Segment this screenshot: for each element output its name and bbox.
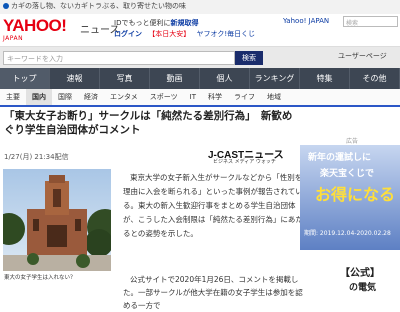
ad-banner-line-3: お得になる (315, 185, 396, 204)
promo-bar: カギの落し物、ないカギトラぶる、取り寄せたい物の味 (0, 0, 400, 15)
nav-personal[interactable]: 個人 (200, 68, 250, 89)
keyword-search-input[interactable]: キーワードを入力 (3, 51, 235, 65)
yahoo-logo[interactable]: YAHOO! (3, 16, 67, 36)
search-row: キーワードを入力 検索 ユーザーページ (0, 46, 400, 69)
signup-promo: IDでもっと便利に新規取得 (114, 19, 199, 27)
nav-video[interactable]: 動画 (150, 68, 200, 89)
article-body-paragraph-2: 公式サイトで2020年1月26日、コメントを掲載した。一部サークルが他大学在籍の… (123, 275, 303, 310)
category-tab-main[interactable]: 主要 (0, 89, 26, 105)
category-tab-world[interactable]: 国際 (52, 89, 78, 105)
nav-photo[interactable]: 写真 (100, 68, 150, 89)
nav-top[interactable]: トップ (0, 68, 50, 89)
article-datetime: 1/27(月) 21:34配信 (4, 153, 69, 161)
nav-other[interactable]: その他 (350, 68, 400, 89)
article-photo[interactable] (3, 169, 111, 271)
ad-label: 広告 (346, 138, 359, 145)
auction-lottery-link[interactable]: ヤフオク!毎日くじ (196, 30, 255, 38)
category-tab-domestic[interactable]: 国内 (26, 89, 52, 105)
main-nav: トップ 速報 写真 動画 個人 ランキング 特集 その他 (0, 68, 400, 89)
category-tab-entertainment[interactable]: エンタメ (104, 89, 144, 105)
header-search-input[interactable]: 検索 (343, 16, 398, 27)
article-headline: 「東大女子お断り」サークルは「純然たる差別行為」 新歓めぐり学生自治団体がコメン… (4, 110, 293, 136)
photo-caption: 東大の女子学生は入れない？ (4, 275, 76, 281)
yahoo-japan-link[interactable]: Yahoo! JAPAN (283, 17, 329, 25)
nav-feature[interactable]: 特集 (300, 68, 350, 89)
category-tab-local[interactable]: 地域 (261, 89, 287, 105)
user-page-link[interactable]: ユーザーページ (338, 51, 387, 61)
signup-link[interactable]: 新規取得 (170, 19, 198, 27)
category-tab-economy[interactable]: 経済 (78, 89, 104, 105)
yasuda-auditorium-image (3, 169, 111, 271)
promo-link[interactable]: カギの落し物、ないカギトラぶる、取り寄せたい物の味 (3, 1, 186, 11)
header: YAHOO! JAPAN ニュース IDでもっと便利に新規取得 ログイン 【本日… (0, 14, 400, 46)
nav-breaking[interactable]: 速報 (50, 68, 100, 89)
ad-banner-line-2: 楽天宝くじで (320, 169, 375, 179)
ad-banner-2-title[interactable]: 【公式】 (340, 264, 380, 279)
login-link[interactable]: ログイン (114, 30, 142, 38)
header-links: ログイン 【本日大安】 ヤフオク!毎日くじ (114, 29, 259, 39)
nav-ranking[interactable]: ランキング (250, 68, 300, 89)
category-tab-it[interactable]: IT (184, 89, 202, 105)
yahoo-logo-sub: JAPAN (3, 35, 24, 42)
daily-fortune[interactable]: 【本日大安】 (148, 30, 190, 38)
category-nav: 主要 国内 国際 経済 エンタメ スポーツ IT 科学 ライフ 地域 (0, 89, 400, 107)
source-tagline: ビジネス メディア ウォッチ (213, 159, 276, 165)
category-tab-science[interactable]: 科学 (202, 89, 228, 105)
ad-banner-period: 期間: 2019.12.04-2020.02.28 (304, 230, 391, 237)
promo-icon (3, 3, 9, 9)
category-tab-sports[interactable]: スポーツ (144, 89, 184, 105)
ad-banner-line-1: 新年の運試しに (308, 153, 372, 163)
article-body-paragraph-1: 東京大学の女子新入生がサークルなどから「性別を理由に入会を断られる」といった事例… (123, 173, 303, 239)
search-button[interactable]: 検索 (235, 51, 263, 65)
ad-banner-2-subtitle[interactable]: の電気 (349, 280, 376, 293)
category-tab-life[interactable]: ライフ (228, 89, 261, 105)
